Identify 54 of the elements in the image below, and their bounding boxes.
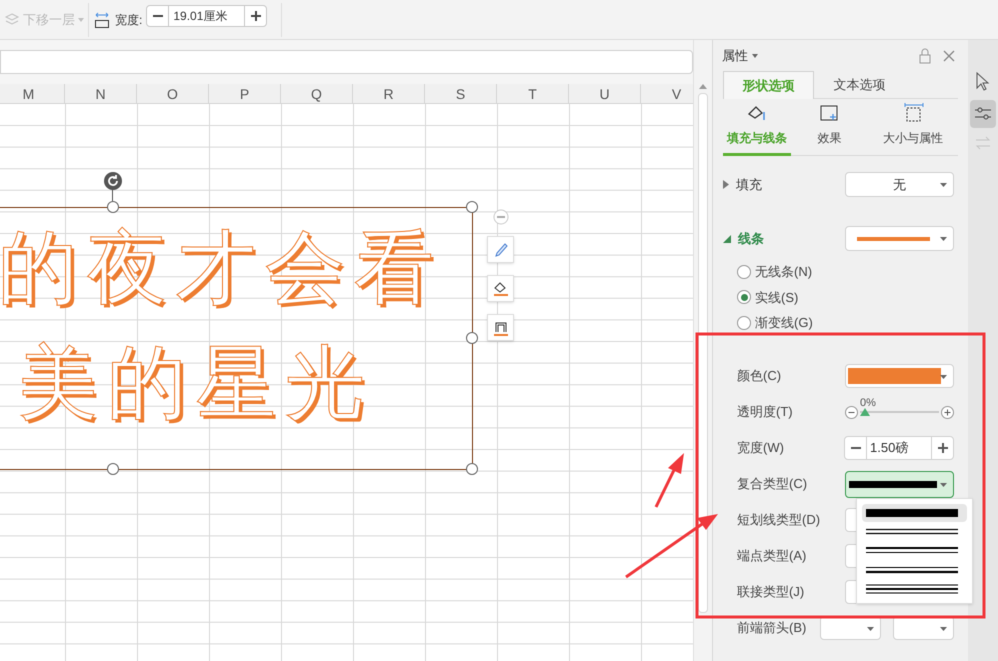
compound-dropdown[interactable] [845, 470, 954, 498]
width-icon [94, 10, 110, 28]
field-label: 联接类型(J) [737, 583, 804, 602]
panel-tab[interactable]: 文本选项 [814, 71, 905, 99]
increase-icon[interactable] [941, 406, 954, 418]
caret-icon [940, 375, 947, 379]
panel-subtab[interactable]: 大小与属性 [868, 102, 958, 156]
scrollbar-thumb[interactable] [698, 93, 708, 613]
field-label: 宽度(W) [737, 439, 784, 458]
scroll-up-icon[interactable] [699, 84, 707, 89]
field-label: 短划线类型(D) [737, 511, 820, 530]
radio-option[interactable]: 渐变线(G) [737, 313, 813, 332]
caret-icon [940, 237, 947, 241]
dashed-square-icon [902, 103, 924, 123]
field-label: 透明度(T) [737, 403, 793, 422]
panel-subtab[interactable]: 效果 [802, 102, 856, 156]
outline-button[interactable] [487, 314, 514, 341]
wordart-text: 美的星光 [18, 338, 374, 428]
field-label: 复合类型(C) [737, 475, 808, 494]
cursor-icon[interactable] [975, 72, 991, 92]
style-button[interactable] [487, 236, 514, 263]
section-label: 填充 [736, 176, 762, 194]
properties-tab[interactable] [970, 100, 996, 128]
collapsed-icon[interactable] [723, 180, 729, 189]
fill-dropdown[interactable]: 无 [845, 172, 954, 197]
layers-icon [4, 12, 20, 28]
field-label: 颜色(C) [737, 367, 782, 386]
slider-thumb[interactable] [860, 408, 870, 416]
rotate-handle-icon[interactable] [104, 172, 122, 190]
close-icon[interactable] [943, 50, 955, 62]
wordart-text: 的夜才会看 [0, 223, 443, 313]
caret-icon [867, 627, 874, 631]
field-label: 前端箭头(B) [737, 619, 806, 638]
caret-icon [940, 627, 947, 631]
radio-option[interactable]: 无线条(N) [737, 262, 812, 282]
expanded-icon[interactable] [723, 234, 731, 242]
radio-option[interactable]: 实线(S) [737, 288, 798, 307]
panel-title[interactable]: 属性 [722, 46, 758, 66]
sliders-icon [975, 107, 991, 121]
caret-icon [940, 183, 947, 187]
caret-icon [78, 18, 84, 22]
line-dropdown[interactable] [845, 226, 954, 251]
slider-value: 0% [860, 396, 876, 411]
caret-icon [940, 482, 947, 486]
section-label: 线条 [738, 230, 764, 248]
decrease-icon[interactable] [845, 406, 858, 418]
square-plus-icon [819, 103, 840, 123]
fill-button[interactable] [487, 275, 514, 302]
width-label: 宽度: [115, 12, 142, 28]
caret-icon [752, 54, 758, 58]
annotation-arrow [654, 453, 684, 508]
field-label: 端点类型(A) [737, 547, 806, 566]
compound-option[interactable] [862, 504, 967, 522]
color-dropdown[interactable] [845, 364, 954, 388]
